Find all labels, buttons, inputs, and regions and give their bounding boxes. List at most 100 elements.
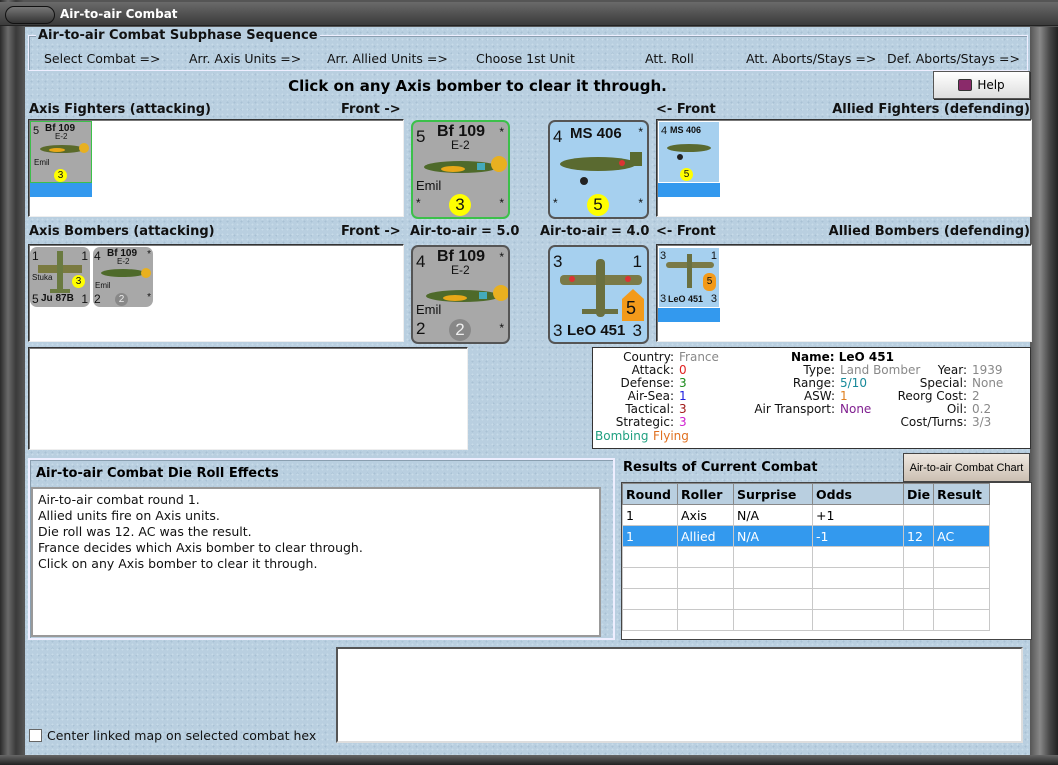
empty-row — [622, 546, 991, 568]
empty-row — [622, 567, 991, 589]
unit-counter-allied-fighter-small[interactable]: 4 MS 406 5 — [658, 121, 720, 183]
unit-counter-stuka[interactable]: 1 1 Stuka 3 5 Ju 87B 1 — [30, 247, 90, 307]
unit-counter-allied-bomber[interactable]: 3 1 5 3 LeO 451 3 — [548, 245, 649, 344]
step-att-aborts: Att. Aborts/Stays => — [746, 51, 877, 66]
counter-star: * — [416, 196, 421, 210]
bf109-plane-icon — [101, 268, 151, 278]
counter-value: 5 — [32, 292, 39, 306]
counter-name: LeO 451 — [567, 322, 626, 339]
front-right-label-2: Front -> — [341, 224, 401, 239]
counter-disc: 2 — [115, 293, 128, 306]
col-die[interactable]: Die — [902, 483, 935, 505]
step-choose-unit: Choose 1st Unit — [476, 51, 575, 66]
counter-value: 5 — [33, 125, 40, 137]
cell: Allied — [677, 525, 734, 547]
table-row[interactable]: 1 Axis N/A +1 — [622, 504, 991, 526]
counter-value: 2 — [94, 292, 101, 306]
counter-value: 3 — [710, 293, 717, 305]
info-strategic: 3 — [679, 415, 687, 429]
unit-counter-axis-bomber[interactable]: 4 Bf 109 E-2 * Emil 2 2 * — [411, 245, 510, 344]
counter-value: 5 — [416, 127, 426, 146]
cell: N/A — [733, 525, 813, 547]
step-arr-axis: Arr. Axis Units => — [189, 51, 302, 66]
results-table-container: Round Roller Surprise Odds Die Result 1A… — [621, 482, 1032, 640]
die-roll-title: Air-to-air Combat Die Roll Effects — [36, 466, 279, 481]
cell: Axis — [677, 504, 734, 526]
counter-nick: Stuka — [32, 273, 53, 282]
axis-bombers-label: Axis Bombers (attacking) — [29, 224, 215, 239]
table-header: Round Roller Surprise Odds Die Result — [622, 483, 991, 505]
center-map-label[interactable]: Center linked map on selected combat hex — [47, 728, 316, 743]
cell: N/A — [733, 504, 813, 526]
results-title: Results of Current Combat — [623, 460, 818, 475]
info-bombing: Bombing — [595, 429, 649, 443]
empty-row — [622, 588, 991, 610]
selection-bar — [658, 308, 720, 322]
title-bar[interactable]: Air-to-air Combat — [0, 2, 1058, 26]
bf109-plane-icon — [40, 143, 89, 153]
info-cost: 3/3 — [972, 415, 992, 429]
selection-bar — [30, 183, 92, 197]
cell — [933, 504, 991, 526]
center-map-checkbox[interactable] — [29, 729, 42, 742]
counter-name: MS 406 — [670, 125, 702, 135]
counter-disc: 2 — [449, 319, 471, 341]
counter-star: * — [499, 125, 504, 139]
counter-value: 2 — [416, 319, 426, 338]
empty-row — [622, 609, 991, 631]
unit-counter-allied-fighter[interactable]: 4 MS 406 * * * 5 — [548, 120, 649, 219]
col-roller[interactable]: Roller — [677, 483, 734, 505]
unit-counter-bf109-bomber-small[interactable]: 4 Bf 109 E-2 * Emil 2 2 * — [93, 247, 153, 307]
step-select-combat: Select Combat => — [44, 51, 161, 66]
counter-value: 4 — [661, 125, 668, 137]
unit-counter-allied-bomber-small[interactable]: 3 1 5 3 LeO 451 3 — [658, 247, 720, 308]
counter-sub: E-2 — [451, 138, 470, 152]
help-button[interactable]: Help — [933, 71, 1030, 99]
counter-value: 1 — [81, 292, 88, 306]
unit-counter-axis-fighter-small[interactable]: 5 Bf 109 E-2 Emil 3 — [30, 121, 92, 183]
counter-nick: Emil — [416, 302, 442, 317]
info-transport: None — [840, 402, 872, 416]
cell: +1 — [812, 504, 904, 526]
unit-info-panel: Country: France Attack: 0 Defense: 3 Air-Se… — [592, 347, 1031, 449]
counter-star: * — [147, 292, 151, 303]
counter-name: LeO 451 — [668, 294, 704, 304]
counter-nick: Emil — [95, 281, 111, 290]
info-key: Air Transport: — [754, 402, 835, 416]
axis-air-to-air: Air-to-air = 5.0 — [410, 224, 520, 239]
counter-value: 3 — [632, 321, 642, 340]
bf109-plane-icon — [424, 156, 507, 173]
results-table: Round Roller Surprise Odds Die Result 1A… — [622, 483, 991, 631]
counter-disc: 3 — [72, 275, 85, 288]
allied-fighters-label: Allied Fighters (defending) — [832, 102, 1030, 117]
col-surprise[interactable]: Surprise — [733, 483, 813, 505]
counter-disc: 3 — [54, 169, 67, 182]
cell: -1 — [812, 525, 904, 547]
window-menu-button[interactable] — [5, 6, 55, 24]
info-key: Cost/Turns: — [900, 415, 967, 429]
help-label: Help — [977, 78, 1005, 92]
table-row-selected[interactable]: 1 Allied N/A -1 12 AC — [622, 525, 991, 547]
cell: 1 — [622, 504, 678, 526]
axis-fighters-label: Axis Fighters (attacking) — [29, 102, 211, 117]
col-round[interactable]: Round — [622, 483, 678, 505]
ms406-plane-icon — [560, 152, 642, 185]
log-line: Click on any Axis bomber to clear it thr… — [38, 556, 318, 571]
die-roll-log: Air-to-air combat round 1. Allied units … — [31, 487, 601, 637]
unit-counter-axis-fighter[interactable]: 5 Bf 109 E-2 * Emil * * 3 — [411, 120, 510, 219]
counter-name: MS 406 — [570, 125, 622, 142]
counter-sub: E-2 — [117, 257, 130, 266]
counter-star: * — [147, 249, 151, 260]
col-result[interactable]: Result — [933, 483, 991, 505]
selection-bar — [658, 183, 720, 197]
step-def-aborts: Def. Aborts/Stays => — [887, 51, 1020, 66]
cell — [902, 504, 935, 526]
cell: 1 — [622, 525, 678, 547]
counter-star: * — [499, 196, 504, 210]
allied-air-to-air: Air-to-air = 4.0 — [540, 224, 650, 239]
window-title: Air-to-air Combat — [60, 7, 178, 21]
counter-disc: 5 — [703, 273, 716, 291]
front-right-label: Front -> — [341, 102, 401, 117]
combat-chart-button[interactable]: Air-to-air Combat Chart — [903, 453, 1030, 482]
col-odds[interactable]: Odds — [812, 483, 904, 505]
